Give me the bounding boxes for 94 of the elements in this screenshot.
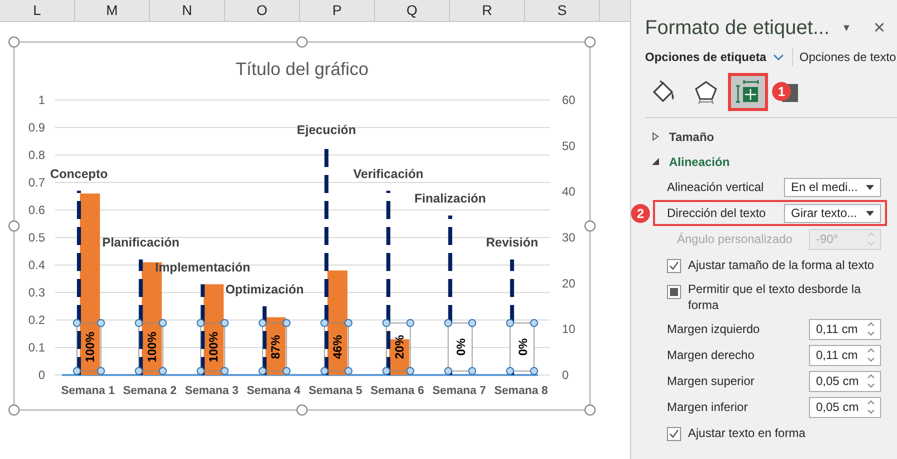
category-label: Semana 4 — [246, 385, 300, 397]
field-label: Margen superior — [667, 374, 756, 388]
axis-label: 0.9 — [28, 120, 45, 134]
category-label: Semana 1 — [61, 385, 115, 397]
panel-tab[interactable]: Opciones de etiqueta — [645, 50, 766, 64]
selection-box[interactable] — [258, 319, 291, 375]
spin-arrows-icon — [867, 400, 875, 414]
column-header[interactable]: S — [525, 0, 600, 21]
field-label: Margen inferior — [667, 400, 749, 414]
milestone-label: Optimización — [225, 282, 304, 296]
category-label: Semana 6 — [370, 385, 424, 397]
field-label: Dirección del texto — [667, 206, 767, 220]
spin-field[interactable]: 0,11 cm — [809, 318, 881, 340]
selection-box[interactable] — [382, 319, 414, 375]
data-label: 100% — [206, 332, 221, 362]
column-header[interactable]: Q — [375, 0, 450, 21]
section-header[interactable]: Alineación — [669, 154, 730, 168]
selection-box[interactable] — [506, 319, 538, 375]
dropdown[interactable]: Girar texto... — [784, 204, 881, 222]
spin-arrows-icon — [867, 348, 875, 362]
spin-field[interactable]: 0,05 cm — [809, 370, 881, 392]
spin-arrows-icon — [867, 374, 875, 388]
field-label: Margen derecho — [667, 348, 756, 362]
checkbox-label: Permitir que el texto desborde la forma — [688, 281, 862, 314]
selection-box[interactable] — [320, 319, 352, 375]
data-label: 20% — [392, 334, 406, 360]
data-label: 0% — [454, 338, 468, 356]
axis-label: 60 — [562, 93, 576, 107]
data-label: 100% — [144, 332, 159, 362]
axis-label: 0.5 — [28, 230, 45, 244]
column-header[interactable]: M — [75, 0, 150, 21]
panel-menu-button[interactable]: ▼ — [842, 22, 852, 34]
chart-title: Título del gráfico — [235, 59, 369, 79]
data-label: 0% — [516, 338, 530, 356]
dropdown[interactable]: En el medi... — [784, 178, 881, 196]
checkbox[interactable] — [667, 427, 681, 441]
callout-badge: 1 — [772, 82, 791, 101]
column-header[interactable]: O — [225, 0, 300, 21]
column-header[interactable]: P — [300, 0, 375, 21]
spin-field[interactable]: 0,05 cm — [809, 396, 881, 418]
axis-label: 0.4 — [28, 258, 45, 272]
checkbox-label: Ajustar tamaño de la forma al texto — [688, 257, 874, 274]
milestone-label: Verificación — [353, 166, 424, 181]
category-label: Semana 3 — [184, 385, 239, 397]
axis-label: 0.1 — [28, 340, 45, 354]
panel-tab[interactable]: Opciones de texto — [799, 50, 896, 64]
milestone-label: Concepto — [50, 166, 108, 181]
axis-label: 0 — [562, 368, 569, 382]
field-label: Ángulo personalizado — [676, 232, 794, 246]
milestone-label: Revisión — [486, 236, 538, 250]
data-label: 46% — [330, 334, 344, 360]
axis-label: 0.8 — [28, 148, 45, 162]
panel-title: Formato de etiquet... — [645, 16, 830, 40]
checkbox[interactable] — [667, 285, 681, 299]
milestone-label: Ejecución — [296, 122, 356, 137]
spin-field[interactable]: 0,11 cm — [809, 344, 881, 366]
field-label: Alineación vertical — [667, 180, 765, 194]
milestone-label: Planificación — [102, 236, 180, 250]
axis-label: 0 — [38, 368, 45, 382]
data-label: 87% — [268, 334, 283, 360]
axis-label: 50 — [562, 138, 576, 153]
selection-box[interactable] — [196, 319, 229, 375]
spin-arrows-icon — [867, 322, 875, 336]
selection-box[interactable] — [72, 319, 105, 375]
data-label: 100% — [82, 332, 97, 362]
dropdown-arrow-icon — [866, 184, 874, 190]
column-header[interactable]: R — [450, 0, 525, 21]
category-label: Semana 7 — [432, 385, 486, 397]
axis-label: 30 — [562, 230, 576, 244]
close-button[interactable]: × — [873, 16, 886, 40]
axis-label: 40 — [562, 184, 576, 199]
axis-label: 0.3 — [28, 286, 45, 300]
checkbox[interactable] — [667, 259, 681, 273]
axis-label: 1 — [38, 93, 45, 107]
dropdown-arrow-icon — [866, 210, 874, 216]
category-label: Semana 2 — [122, 385, 177, 397]
axis-label: 0.2 — [28, 313, 45, 327]
category-label: Semana 8 — [494, 385, 548, 397]
axis-label: 0.7 — [28, 176, 45, 190]
axis-label: 20 — [562, 276, 576, 290]
chevron-icon — [773, 54, 784, 60]
column-header[interactable]: N — [150, 0, 225, 21]
selection-box[interactable] — [134, 319, 167, 375]
selection-box[interactable] — [444, 319, 476, 375]
axis-label: 0.6 — [28, 203, 45, 217]
callout-badge: 2 — [631, 204, 650, 223]
column-header[interactable]: L — [0, 0, 75, 21]
milestone-label: Finalización — [414, 192, 486, 206]
section-header[interactable]: Tamaño — [669, 130, 714, 144]
checkbox-label: Ajustar texto en forma — [688, 425, 806, 442]
spin-arrows-icon — [867, 232, 875, 246]
field-label: Margen izquierdo — [667, 322, 761, 336]
axis-label: 10 — [562, 322, 576, 336]
category-label: Semana 5 — [308, 385, 362, 397]
